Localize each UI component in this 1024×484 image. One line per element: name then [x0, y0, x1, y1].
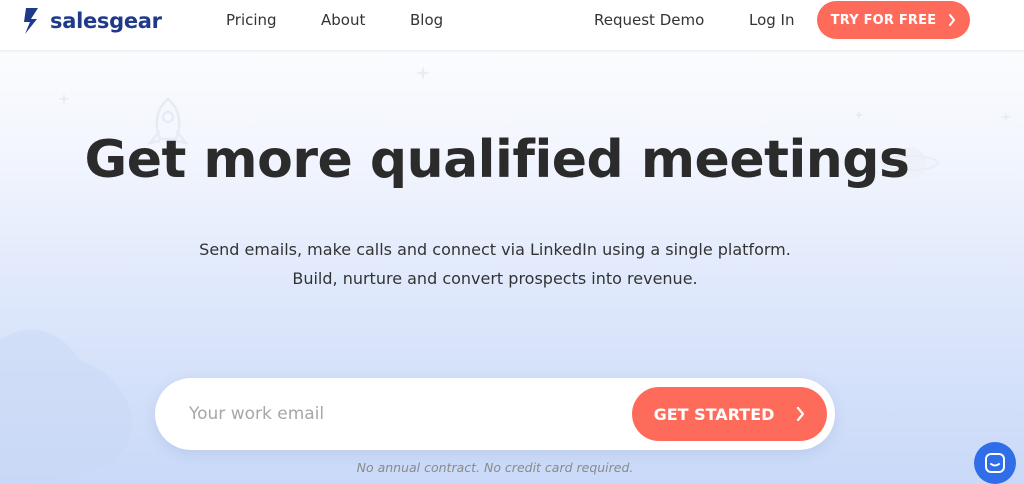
nav-link-about[interactable]: About	[321, 10, 365, 30]
hero-subline-1: Send emails, make calls and connect via …	[199, 240, 791, 259]
nav-link-login[interactable]: Log In	[749, 10, 795, 30]
chat-icon	[985, 453, 1005, 473]
nav-link-pricing[interactable]: Pricing	[226, 10, 277, 30]
nav-link-blog[interactable]: Blog	[410, 10, 443, 30]
brand-name: salesgear	[50, 9, 162, 33]
nav-link-request-demo[interactable]: Request Demo	[594, 10, 704, 30]
star-icon	[58, 93, 70, 105]
top-navbar: salesgear Pricing About Blog Request Dem…	[0, 0, 1024, 50]
cloud-decoration	[0, 329, 132, 484]
work-email-input[interactable]	[189, 400, 609, 428]
get-started-label: GET STARTED	[653, 404, 775, 424]
hero-headline: Get more qualified meetings	[84, 130, 910, 190]
chevron-right-icon	[797, 407, 805, 421]
brand-logo-link[interactable]: salesgear	[22, 6, 162, 36]
chevron-right-icon	[949, 14, 956, 26]
chat-launcher-button[interactable]	[974, 442, 1016, 484]
star-icon	[416, 66, 430, 80]
get-started-button[interactable]: GET STARTED	[632, 387, 827, 441]
signup-form: GET STARTED	[155, 378, 835, 450]
star-icon	[854, 110, 864, 120]
try-for-free-label: TRY FOR FREE	[830, 12, 937, 28]
signup-note: No annual contract. No credit card requi…	[356, 460, 634, 475]
hero-subline-2: Build, nurture and convert prospects int…	[292, 269, 698, 288]
logo-icon	[24, 8, 38, 34]
star-icon	[1001, 112, 1011, 122]
try-for-free-button[interactable]: TRY FOR FREE	[817, 1, 970, 39]
